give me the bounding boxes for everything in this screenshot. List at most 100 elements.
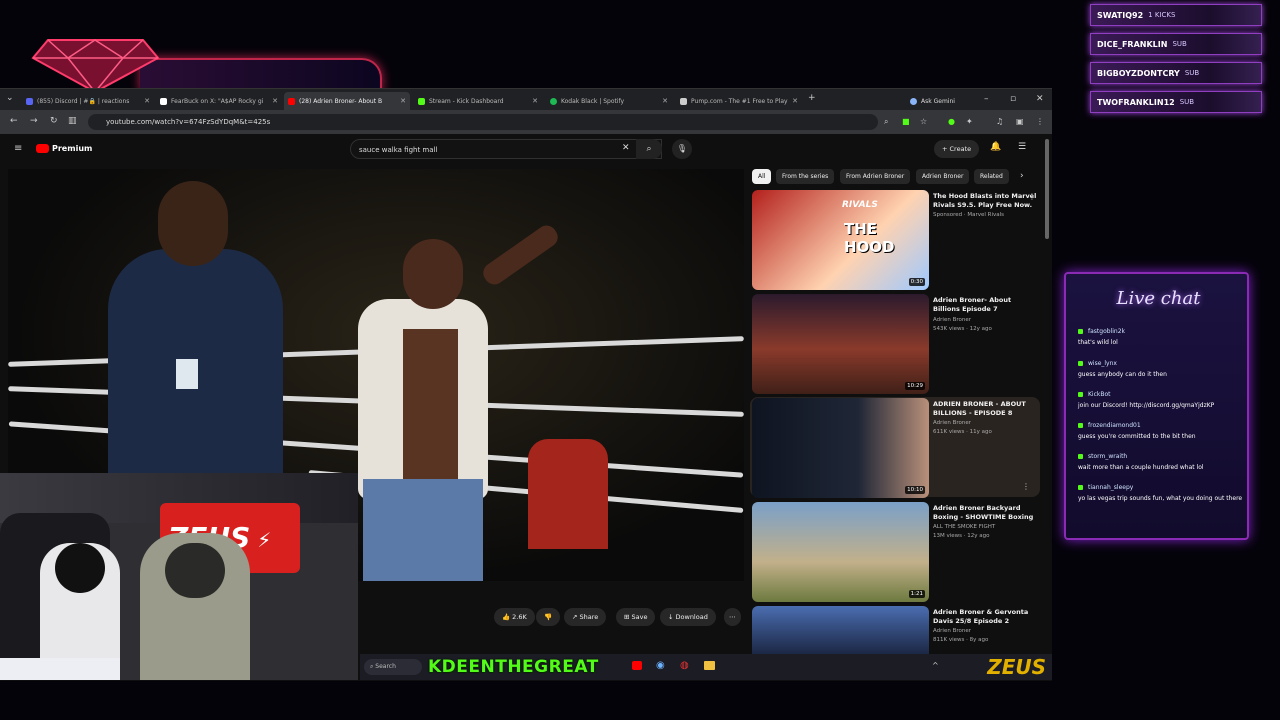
- tab-kick[interactable]: Stream - Kick Dashboard ✕: [414, 92, 542, 110]
- recommendation-thumbnail[interactable]: 10:10: [752, 398, 929, 498]
- close-tab-icon[interactable]: ✕: [792, 97, 798, 105]
- kick-icon: [418, 97, 425, 105]
- alert-item: BIGBOYZDONTCRY SUB: [1090, 62, 1262, 84]
- chip-related[interactable]: Related: [974, 169, 1009, 184]
- more-options-icon[interactable]: ⋮: [1022, 482, 1030, 491]
- recommendation-meta: 13M views · 12y ago: [933, 533, 990, 539]
- mic-icon[interactable]: 🎙: [672, 139, 692, 159]
- create-button[interactable]: + Create: [934, 140, 980, 158]
- chat-message: KickBot join our Discord! http://discord.…: [1078, 391, 1243, 410]
- chip-from-series[interactable]: From the series: [776, 169, 835, 184]
- account-avatar[interactable]: ☰: [1018, 142, 1026, 152]
- zeus-logo: ZEUS: [987, 655, 1046, 679]
- save-icon: ⊞: [624, 613, 632, 621]
- window-close-icon[interactable]: ✕: [1036, 94, 1044, 104]
- maximize-icon[interactable]: ▫: [1010, 94, 1016, 104]
- recommendation-thumbnail[interactable]: 1:21: [752, 502, 929, 602]
- tab-youtube[interactable]: (28) Adrien Broner- About B ✕: [284, 92, 410, 110]
- sidebar-icon[interactable]: ▥: [68, 116, 77, 126]
- notifications-bell-icon[interactable]: 🔔: [990, 142, 1001, 152]
- tab-discord[interactable]: (855) Discord | #🔒 | reactions ✕: [22, 92, 154, 110]
- person-head: [158, 181, 228, 266]
- recommendation-title[interactable]: The Hood Blasts into Marvel Rivals S9.5.…: [933, 192, 1038, 210]
- performer-torso: [403, 329, 458, 479]
- page-scrollbar[interactable]: [1045, 139, 1049, 239]
- gemini-icon: [910, 97, 917, 105]
- extensions-puzzle-icon[interactable]: ✦: [966, 117, 973, 126]
- recommendation-channel[interactable]: Adrien Broner: [933, 317, 971, 323]
- streamer-name: KDEENTHEGREAT: [428, 657, 599, 677]
- steam-taskbar-icon[interactable]: ◉: [656, 660, 665, 671]
- bookmark-star-icon[interactable]: ☆: [920, 117, 927, 126]
- recommendation-channel[interactable]: Adrien Broner: [933, 628, 971, 634]
- save-button[interactable]: ⊞ Save: [616, 608, 656, 626]
- youtube-logo[interactable]: Premium: [36, 144, 92, 153]
- chat-message: wise_lynx guess anybody can do it then: [1078, 360, 1243, 379]
- clear-search-icon[interactable]: ✕: [622, 143, 630, 153]
- like-button[interactable]: 👍 2.6K: [494, 608, 535, 626]
- recommendation-title[interactable]: Adrien Broner- About Billions Episode 7: [933, 296, 1038, 314]
- chip-from-channel[interactable]: From Adrien Broner: [840, 169, 911, 184]
- profile-icon[interactable]: ▣: [1016, 117, 1024, 126]
- recommendation-meta: 811K views · 8y ago: [933, 637, 989, 643]
- close-tab-icon[interactable]: ✕: [272, 97, 278, 105]
- person-background: [528, 439, 608, 549]
- chat-title: Live chat: [1116, 288, 1201, 309]
- recommendation-channel[interactable]: ALL THE SMOKE FIGHT: [933, 524, 995, 530]
- download-button[interactable]: ↓ Download: [660, 608, 716, 626]
- new-tab-button[interactable]: +: [808, 93, 816, 103]
- back-icon[interactable]: ←: [10, 116, 18, 126]
- minimize-icon[interactable]: –: [984, 94, 989, 104]
- youtube-taskbar-icon[interactable]: [632, 661, 642, 670]
- extension-kick-icon[interactable]: ■: [902, 117, 910, 126]
- search-button[interactable]: ⌕: [636, 139, 662, 159]
- search-input[interactable]: sauce walka fight mall: [350, 139, 662, 159]
- live-chat-panel: Live chat fastgoblin2k that's wild lol wi…: [1064, 272, 1249, 540]
- recommendation-channel[interactable]: Adrien Broner: [933, 420, 971, 426]
- tab-search-icon[interactable]: ⌄: [6, 93, 14, 103]
- recommendation-title[interactable]: Adrien Broner Backyard Boxing - SHOWTIME…: [933, 504, 1038, 522]
- thumbs-down-icon: 👎: [544, 613, 553, 621]
- chip-adrien-broner[interactable]: Adrien Broner: [916, 169, 970, 184]
- spotify-icon: [550, 97, 557, 105]
- close-tab-icon[interactable]: ✕: [662, 97, 668, 105]
- tab-pump[interactable]: Pump.com - The #1 Free to Play ✕: [676, 92, 802, 110]
- more-options-icon[interactable]: ⋮: [1028, 192, 1036, 201]
- recommendation-thumbnail[interactable]: [752, 606, 929, 656]
- ask-gemini-button[interactable]: Ask Gemini: [906, 92, 966, 110]
- media-icon[interactable]: ♫: [996, 117, 1003, 126]
- recommendation-channel[interactable]: Sponsored · Marvel Rivals: [933, 212, 1004, 218]
- dislike-button[interactable]: 👎: [536, 608, 561, 626]
- taskbar-search[interactable]: ⌕ Search: [364, 659, 422, 675]
- tab-spotify[interactable]: Kodak Black | Spotify ✕: [546, 92, 672, 110]
- zoom-icon[interactable]: ⌕: [884, 117, 888, 127]
- more-dots-icon: ⋯: [729, 613, 736, 621]
- thumbs-up-icon: 👍: [502, 613, 513, 621]
- tab-x[interactable]: FearBuck on X: "A$AP Rocky gi ✕: [156, 92, 282, 110]
- recommendation-thumbnail[interactable]: RIVALS THE HOOD 0:30: [752, 190, 929, 290]
- lightning-icon: ⚡: [250, 528, 272, 552]
- chevron-right-icon[interactable]: ›: [1020, 171, 1024, 181]
- url-field[interactable]: youtube.com/watch?v=674FzSdYDqM&t=425s: [88, 114, 878, 130]
- tray-chevron-icon[interactable]: ^: [932, 661, 939, 670]
- overlay-logo-bar: [140, 58, 382, 92]
- forward-icon[interactable]: →: [30, 116, 38, 126]
- menu-dots-icon[interactable]: ⋮: [1036, 117, 1044, 126]
- chat-message: fastgoblin2k that's wild lol: [1078, 328, 1243, 347]
- close-tab-icon[interactable]: ✕: [400, 97, 406, 105]
- recommendation-title[interactable]: ADRIEN BRONER - ABOUT BILLIONS - EPISODE…: [933, 400, 1038, 418]
- recommendation-title[interactable]: Adrien Broner & Gervonta Davis 25/8 Epis…: [933, 608, 1038, 626]
- chat-message: tiannah_sleepy yo las vegas trip sounds f…: [1078, 484, 1243, 502]
- hamburger-menu-icon[interactable]: ≡: [14, 143, 22, 154]
- file-explorer-icon[interactable]: [704, 661, 715, 670]
- close-tab-icon[interactable]: ✕: [532, 97, 538, 105]
- search-icon: ⌕: [646, 144, 652, 154]
- extension-icon[interactable]: ●: [948, 117, 955, 126]
- chip-all[interactable]: All: [752, 169, 772, 184]
- more-actions-button[interactable]: ⋯: [724, 608, 741, 626]
- reload-icon[interactable]: ↻: [50, 116, 58, 126]
- close-tab-icon[interactable]: ✕: [144, 97, 150, 105]
- recommendation-thumbnail[interactable]: 10:29: [752, 294, 929, 394]
- chrome-taskbar-icon[interactable]: ◍: [680, 660, 689, 671]
- share-button[interactable]: ↗ Share: [564, 608, 607, 626]
